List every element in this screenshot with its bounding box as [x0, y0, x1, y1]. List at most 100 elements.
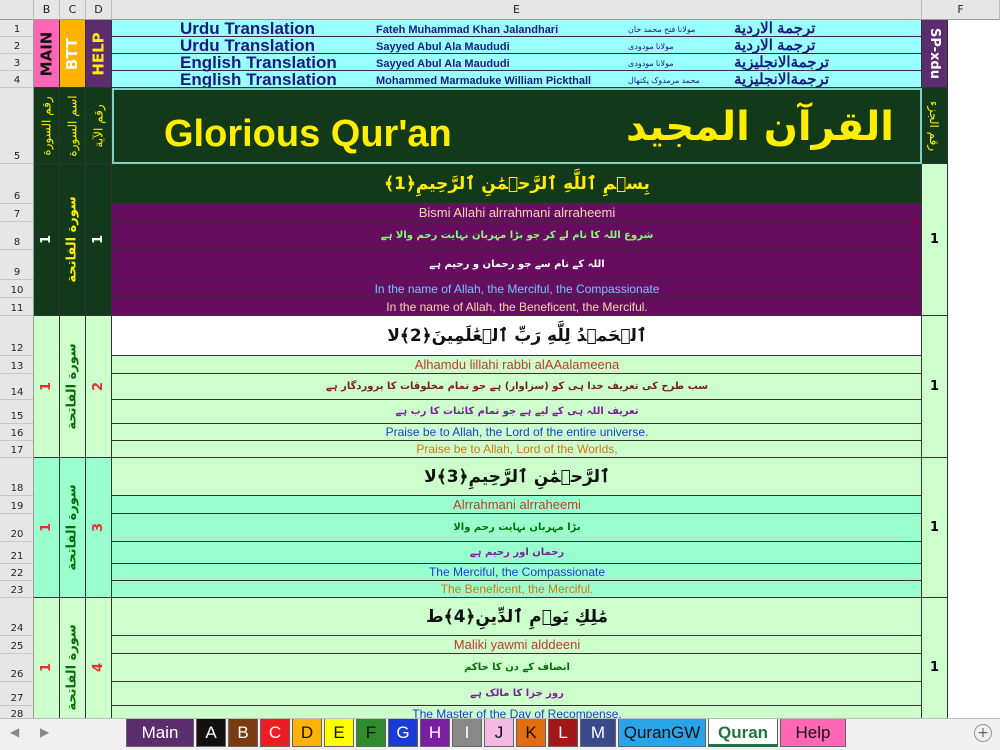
sheet-tab-help[interactable]: Help	[780, 719, 846, 747]
prev-sheet-icon[interactable]: ◀	[10, 725, 19, 739]
surah-number-cell[interactable]: 1	[34, 316, 60, 458]
row-header[interactable]: 2	[0, 37, 33, 54]
title-cell[interactable]: Glorious Qur'an القرآن المجيد	[112, 88, 922, 164]
verse-english-2[interactable]: Praise be to Allah, Lord of the Worlds,	[112, 441, 921, 457]
verse-arabic[interactable]: ٱلرَّحۡمَٰنِ ٱلرَّحِيمِ﴿3﴾لا	[112, 458, 921, 496]
verse-arabic[interactable]: بِسۡمِ ٱللَّهِ ٱلرَّحۡمَٰنِ ٱلرَّحِيمِ﴿1…	[112, 164, 921, 204]
verse-transliteration[interactable]: Alrrahmani alrraheemi	[112, 496, 921, 514]
column-header-f[interactable]: F	[922, 0, 1000, 20]
ayah-number-cell[interactable]: 2	[86, 316, 112, 458]
sheet-tab-a[interactable]: A	[196, 719, 226, 747]
row-header[interactable]: 20	[0, 514, 33, 542]
verse-arabic[interactable]: مَٰلِكِ يَوۡمِ ٱلدِّينِ﴿4﴾ط	[112, 598, 921, 636]
sheet-tab-quran[interactable]: Quran	[708, 719, 778, 747]
surah-name-cell[interactable]: سورة الفاتحة	[60, 598, 86, 718]
verse-transliteration[interactable]: Bismi Allahi alrrahmani alrraheemi	[112, 204, 921, 222]
sheet-tab-b[interactable]: B	[228, 719, 258, 747]
surah-number-cell[interactable]: 1	[34, 164, 60, 316]
btt-button[interactable]: BTT	[60, 20, 86, 88]
ayah-number-cell[interactable]: 1	[86, 164, 112, 316]
surah-name-cell[interactable]: سورة الفاتحة	[60, 164, 86, 316]
row-header[interactable]: 23	[0, 581, 33, 598]
row-header[interactable]: 22	[0, 564, 33, 581]
verse-urdu-2[interactable]: رحمان اور رحیم ہے	[112, 542, 921, 564]
row-header[interactable]: 12	[0, 316, 33, 356]
row-header[interactable]: 13	[0, 356, 33, 374]
row-header[interactable]: 5	[0, 88, 33, 164]
row-header[interactable]: 28	[0, 706, 33, 718]
juz-number-header[interactable]: رقم الجزء	[922, 88, 948, 164]
surah-number-cell[interactable]: 1	[34, 458, 60, 598]
sheet-tab-j[interactable]: J	[484, 719, 514, 747]
ayah-number-header[interactable]: رقم الآية	[86, 88, 112, 164]
juz-number-cell[interactable]: 1	[922, 316, 948, 458]
row-header[interactable]: 7	[0, 204, 33, 222]
ayah-number-cell[interactable]: 4	[86, 598, 112, 718]
add-sheet-icon[interactable]: +	[974, 724, 992, 742]
verse-urdu-2[interactable]: روز جزا کا مالک ہے	[112, 682, 921, 706]
row-header[interactable]: 15	[0, 400, 33, 424]
sheet-tab-f[interactable]: F	[356, 719, 386, 747]
row-header[interactable]: 16	[0, 424, 33, 441]
row-header[interactable]: 4	[0, 71, 33, 88]
juz-number-cell[interactable]: 1	[922, 458, 948, 598]
column-header-d[interactable]: D	[86, 0, 112, 20]
verse-urdu-2[interactable]: تعریف اللہ ہی کے لیے ہے جو تمام کائنات ک…	[112, 400, 921, 424]
surah-number-cell[interactable]: 1	[34, 598, 60, 718]
verse-arabic[interactable]: ٱلۡحَمۡدُ لِلَّهِ رَبِّ ٱلۡعَٰلَمِينَ﴿2﴾…	[112, 316, 921, 356]
sheet-tab-g[interactable]: G	[388, 719, 418, 747]
column-header-c[interactable]: C	[60, 0, 86, 20]
header-line-1[interactable]: Urdu Translation Fateh Muhammad Khan Jal…	[112, 20, 921, 37]
row-header[interactable]: 14	[0, 374, 33, 400]
row-header[interactable]: 26	[0, 654, 33, 682]
sheet-tab-d[interactable]: D	[292, 719, 322, 747]
surah-number-header[interactable]: رقم السورة	[34, 88, 60, 164]
verse-urdu-1[interactable]: سب طرح کی تعریف خدا ہی کو (سزاوار) ہے جو…	[112, 374, 921, 400]
verse-urdu-1[interactable]: انصاف کے دن کا حاکم	[112, 654, 921, 682]
row-header[interactable]: 11	[0, 298, 33, 316]
row-header[interactable]: 1	[0, 20, 33, 37]
verse-english-1[interactable]: The Merciful, the Compassionate	[112, 564, 921, 581]
row-header[interactable]: 8	[0, 222, 33, 250]
help-button[interactable]: HELP	[86, 20, 112, 88]
surah-name-cell[interactable]: سورة الفاتحة	[60, 458, 86, 598]
verse-urdu-2[interactable]: اللہ کے نام سے جو رحمان و رحیم ہے	[112, 250, 921, 280]
sheet-tab-i[interactable]: I	[452, 719, 482, 747]
surah-name-cell[interactable]: سورة الفاتحة	[60, 316, 86, 458]
ayah-number-cell[interactable]: 3	[86, 458, 112, 598]
sheet-tab-k[interactable]: K	[516, 719, 546, 747]
row-header[interactable]: 6	[0, 164, 33, 204]
verse-urdu-1[interactable]: شروع اللہ کا نام لے کر جو بڑا مہربان نہا…	[112, 222, 921, 250]
next-sheet-icon[interactable]: ▶	[40, 725, 49, 739]
sheet-tab-main[interactable]: Main	[126, 719, 194, 747]
row-header[interactable]: 27	[0, 682, 33, 706]
verse-english-1[interactable]: Praise be to Allah, the Lord of the enti…	[112, 424, 921, 441]
row-header[interactable]: 9	[0, 250, 33, 280]
verse-transliteration[interactable]: Alhamdu lillahi rabbi alAAalameena	[112, 356, 921, 374]
sheet-tab-qurangw[interactable]: QuranGW	[618, 719, 706, 747]
verse-english-2[interactable]: The Beneficent, the Merciful.	[112, 581, 921, 597]
sp-xdu-button[interactable]: SP-xdu	[922, 20, 948, 88]
verse-transliteration[interactable]: Maliki yawmi alddeeni	[112, 636, 921, 654]
select-all-corner[interactable]	[0, 0, 34, 20]
verse-english-1[interactable]: In the name of Allah, the Merciful, the …	[112, 280, 921, 298]
row-header[interactable]: 19	[0, 496, 33, 514]
sheet-tab-e[interactable]: E	[324, 719, 354, 747]
verse-english-1[interactable]: The Master of the Day of Recompense.	[112, 706, 921, 718]
header-line-2[interactable]: Urdu Translation Sayyed Abul Ala Maududi…	[112, 37, 921, 54]
column-header-e[interactable]: E	[112, 0, 922, 20]
row-header[interactable]: 17	[0, 441, 33, 458]
juz-number-cell[interactable]: 1	[922, 164, 948, 316]
row-header[interactable]: 24	[0, 598, 33, 636]
row-header[interactable]: 3	[0, 54, 33, 71]
header-line-4[interactable]: English Translation Mohammed Marmaduke W…	[112, 71, 921, 87]
main-button[interactable]: MAIN	[34, 20, 60, 88]
row-header[interactable]: 25	[0, 636, 33, 654]
row-header[interactable]: 10	[0, 280, 33, 298]
sheet-tab-m[interactable]: M	[580, 719, 616, 747]
row-header[interactable]: 18	[0, 458, 33, 496]
juz-number-cell[interactable]: 1	[922, 598, 948, 718]
header-line-3[interactable]: English Translation Sayyed Abul Ala Maud…	[112, 54, 921, 71]
verse-urdu-1[interactable]: بڑا مہربان نہایت رحم والا	[112, 514, 921, 542]
row-header[interactable]: 21	[0, 542, 33, 564]
